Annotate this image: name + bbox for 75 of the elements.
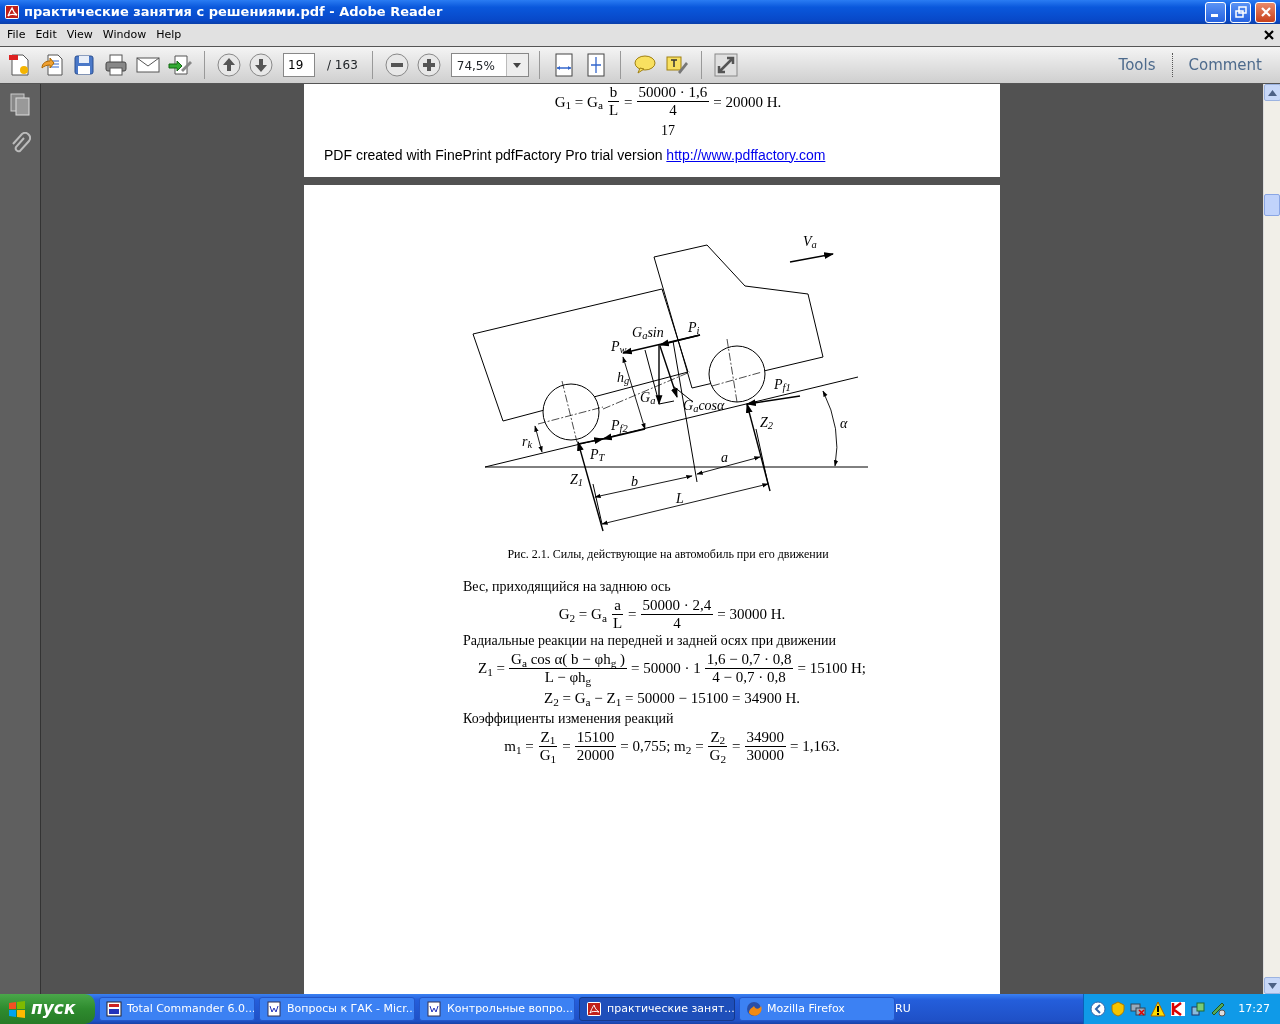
panel-link[interactable]: Comment (1176, 53, 1274, 77)
diagram-label: Z$_{2}$ (760, 415, 774, 430)
taskbar-button[interactable]: Mozilla Firefox (739, 997, 895, 1021)
pdf-app-icon (4, 4, 20, 20)
document-icon (426, 1001, 442, 1017)
print-icon[interactable] (102, 51, 130, 79)
next-page-button[interactable] (247, 51, 275, 79)
start-button[interactable]: пуск (0, 994, 95, 1024)
chevron-left-icon[interactable] (1090, 1001, 1107, 1017)
zoom-field[interactable]: 74,5% (450, 53, 529, 77)
formula: Z$_{2}$ = G$_{a}$ − Z$_{1}$ = 50000 − 15100 = 34900 Н. (542, 689, 802, 710)
paragraph-text: Коэффициенты изменения реакций (462, 710, 675, 728)
language-indicator[interactable]: RU (895, 1000, 911, 1018)
taskbar-button[interactable]: Вопросы к ГАК - Micr... (259, 997, 415, 1021)
diagram-label: b (631, 474, 638, 489)
menu-item[interactable]: View (61, 24, 98, 46)
footer-link[interactable]: http://www.pdffactory.com (666, 146, 826, 163)
menu-item[interactable]: Window (97, 24, 152, 46)
diagram-label: L (676, 491, 684, 506)
diagram-label: P$_{w}$ (611, 339, 627, 354)
caret-icon[interactable] (505, 54, 528, 76)
app-window-icon (106, 1001, 122, 1017)
clock: 17:27 (1238, 1000, 1270, 1017)
menu-item[interactable]: File (2, 24, 31, 46)
devices-icon[interactable] (1190, 1001, 1207, 1017)
menu-item[interactable]: Edit (30, 24, 62, 46)
paragraph-text: Вес, приходящийся на заднюю ось (462, 578, 672, 596)
diagram-label: G$_{a}$sin (632, 325, 664, 340)
pages-icon[interactable] (9, 92, 31, 116)
pdf-icon (586, 1001, 602, 1017)
page-count: / 163 (327, 57, 358, 74)
zoom-in-button[interactable] (414, 51, 443, 79)
close-button[interactable] (1255, 1, 1276, 23)
document-icon (266, 1001, 282, 1017)
restore-button[interactable] (1230, 1, 1251, 23)
minimize-icon (1210, 14, 1218, 17)
taskbar-button[interactable]: Total Commander 6.0... (99, 997, 255, 1021)
diagram-label: a (721, 450, 728, 465)
diagram-label: G$_{a}$cosα (683, 398, 725, 413)
browser-icon (746, 1001, 762, 1017)
restore-icon (1234, 6, 1247, 18)
warning-icon[interactable] (1150, 1001, 1167, 1017)
document-arrow-icon[interactable] (38, 51, 66, 79)
diagram-label: G$_{a}$ (640, 390, 656, 405)
figure-caption: Рис. 2.1. Силы, действующие на автомобиль при его движении (506, 545, 830, 563)
menu-item[interactable]: Help (151, 24, 187, 46)
taskbar-button[interactable]: практические занят... (579, 997, 735, 1021)
diagram-label: r$_{k}$ (522, 434, 533, 449)
diagram-label: h$_{g}$ (617, 370, 630, 385)
scroll-down-button[interactable] (1264, 977, 1280, 994)
footer-text: PDF created with FinePrint pdfFactory Pro trial version http://www.pdffactory.com (323, 145, 827, 165)
diagram-label: P$_{f2}$ (611, 418, 628, 433)
expand-icon[interactable] (711, 51, 740, 79)
diagram-label: P$_{T}$ (590, 447, 605, 462)
close-icon (1259, 6, 1272, 18)
panel-link[interactable]: Tools (1106, 53, 1168, 77)
window-title: практические занятия с решениями.pdf - Adobe Reader (24, 3, 444, 22)
diagram-label: α (840, 416, 848, 431)
up-arrow-icon (1268, 89, 1277, 96)
previous-page-button[interactable] (215, 51, 243, 79)
scroll-up-button[interactable] (1264, 84, 1280, 101)
diagram-label: V$_{a}$ (803, 234, 817, 249)
down-arrow-icon (1268, 982, 1277, 989)
diagram-label: P$_{f1}$ (774, 377, 791, 392)
close-icon[interactable] (1264, 30, 1274, 40)
diagram-label: P$_{i}$ (688, 320, 700, 335)
zoom-out-button[interactable] (382, 51, 411, 79)
taskbar-button[interactable]: Контрольные вопро... (419, 997, 575, 1021)
paragraph-text: Радиальные реакции на передней и задней осях при движении (462, 633, 838, 650)
letter-k-icon[interactable] (1170, 1001, 1187, 1017)
minimize-button[interactable] (1205, 1, 1226, 23)
scrollbar-thumb[interactable] (1264, 194, 1280, 216)
diagram-label: Z$_{1}$ (570, 472, 584, 487)
page-number: 17 (660, 121, 676, 140)
page-number-field[interactable]: 19 (283, 53, 315, 77)
